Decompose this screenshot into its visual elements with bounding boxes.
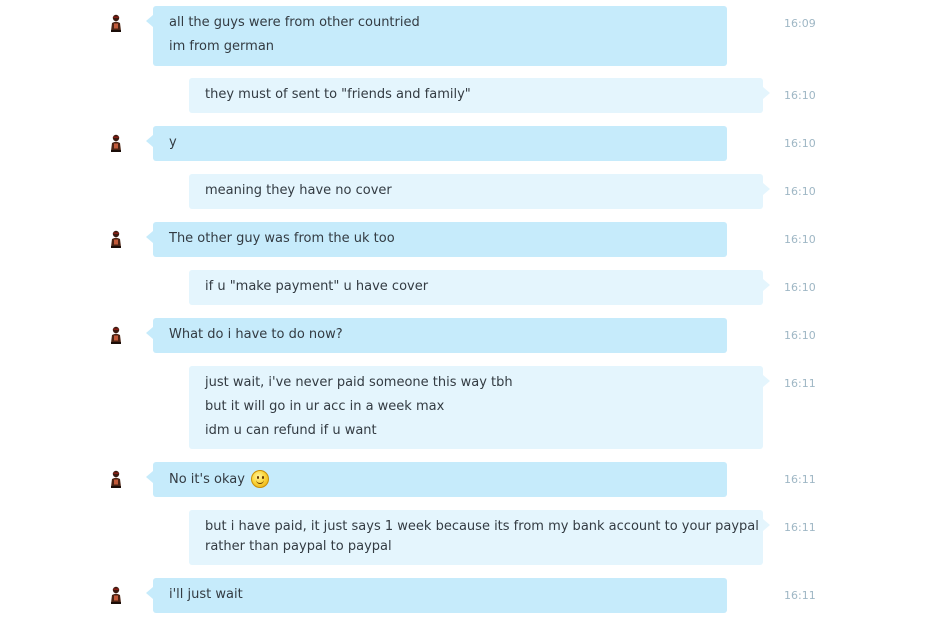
message-text: idm u can refund if u want xyxy=(205,423,377,438)
message-bubble-outgoing[interactable]: if u "make payment" u have cover xyxy=(189,270,770,305)
message-bubble-incoming[interactable]: The other guy was from the uk too xyxy=(146,222,727,257)
message-timestamp: 16:10 xyxy=(784,185,816,198)
message-text: rather than paypal to paypal xyxy=(205,539,392,554)
message-bubble-incoming[interactable]: y xyxy=(146,126,727,161)
message-bubble-outgoing[interactable]: just wait, i've never paid someone this … xyxy=(189,366,770,449)
chat-history: all the guys were from other countried i… xyxy=(0,0,948,620)
message-timestamp: 16:10 xyxy=(784,137,816,150)
message-bubble-incoming[interactable]: all the guys were from other countried i… xyxy=(146,6,727,66)
contact-avatar-icon[interactable] xyxy=(109,586,123,604)
message-timestamp: 16:10 xyxy=(784,281,816,294)
message-text: y xyxy=(169,135,177,150)
contact-avatar-icon[interactable] xyxy=(109,14,123,32)
message-timestamp: 16:10 xyxy=(784,329,816,342)
message-timestamp: 16:11 xyxy=(784,589,816,602)
message-timestamp: 16:09 xyxy=(784,17,816,30)
message-text: What do i have to do now? xyxy=(169,327,343,342)
message-timestamp: 16:11 xyxy=(784,521,816,534)
message-text: No it's okay xyxy=(169,470,711,488)
message-text: they must of sent to "friends and family… xyxy=(205,87,471,102)
contact-avatar-icon[interactable] xyxy=(109,134,123,152)
message-text: all the guys were from other countried xyxy=(169,15,420,30)
message-text: if u "make payment" u have cover xyxy=(205,279,429,294)
message-bubble-incoming[interactable]: What do i have to do now? xyxy=(146,318,727,353)
message-timestamp: 16:10 xyxy=(784,89,816,102)
contact-avatar-icon[interactable] xyxy=(109,470,123,488)
contact-avatar-icon[interactable] xyxy=(109,326,123,344)
message-bubble-outgoing[interactable]: meaning they have no cover xyxy=(189,174,770,209)
message-bubble-incoming[interactable]: i'll just wait xyxy=(146,578,727,613)
message-text: meaning they have no cover xyxy=(205,183,392,198)
message-bubble-outgoing[interactable]: they must of sent to "friends and family… xyxy=(189,78,770,113)
message-text: i'll just wait xyxy=(169,587,243,602)
message-text: just wait, i've never paid someone this … xyxy=(205,375,513,390)
message-text: but i have paid, it just says 1 week bec… xyxy=(205,519,759,534)
message-timestamp: 16:11 xyxy=(784,473,816,486)
smile-emoji-icon xyxy=(251,470,270,488)
message-timestamp: 16:11 xyxy=(784,377,816,390)
message-text: The other guy was from the uk too xyxy=(169,231,395,246)
message-text: but it will go in ur acc in a week max xyxy=(205,399,445,414)
message-text-content: No it's okay xyxy=(169,472,245,487)
message-text: im from german xyxy=(169,39,275,54)
message-bubble-incoming[interactable]: No it's okay xyxy=(146,462,727,497)
contact-avatar-icon[interactable] xyxy=(109,230,123,248)
message-timestamp: 16:10 xyxy=(784,233,816,246)
message-bubble-outgoing[interactable]: but i have paid, it just says 1 week bec… xyxy=(189,510,770,565)
